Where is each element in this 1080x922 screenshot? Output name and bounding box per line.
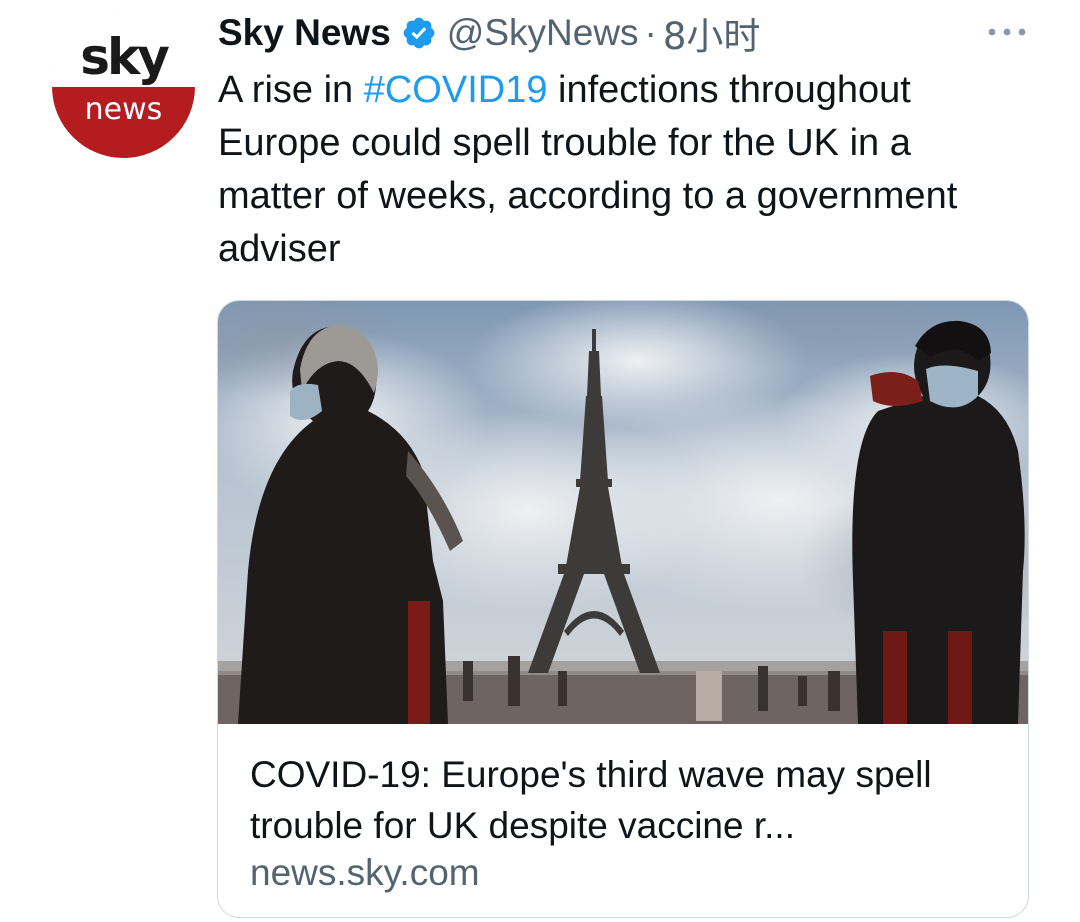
tweet-text: A rise in #COVID19 infections throughout… — [218, 64, 1018, 276]
display-name[interactable]: Sky News — [218, 12, 391, 54]
link-card[interactable]: COVID-19: Europe's third wave may spell … — [217, 300, 1029, 918]
hashtag-link[interactable]: #COVID19 — [364, 69, 548, 111]
tweet-text-start: A rise in — [218, 69, 364, 111]
verified-badge-icon — [403, 17, 435, 49]
timestamp[interactable]: 8小时 — [663, 6, 761, 60]
card-title[interactable]: COVID-19: Europe's third wave may spell … — [250, 749, 1010, 851]
more-options-icon[interactable] — [985, 22, 1029, 42]
card-domain: news.sky.com — [250, 852, 480, 893]
tweet[interactable]: sky news Sky News @SkyNews · 8小时 A rise … — [0, 0, 1080, 922]
avatar-logo-sky: sky — [80, 28, 170, 86]
eiffel-tower-photo[interactable] — [218, 301, 1028, 724]
handle[interactable]: @SkyNews — [447, 12, 639, 54]
tweet-header: Sky News @SkyNews · 8小时 — [218, 10, 760, 58]
avatar[interactable]: sky news — [52, 15, 195, 158]
avatar-logo-news: news — [84, 92, 163, 127]
separator-dot: · — [644, 12, 657, 53]
